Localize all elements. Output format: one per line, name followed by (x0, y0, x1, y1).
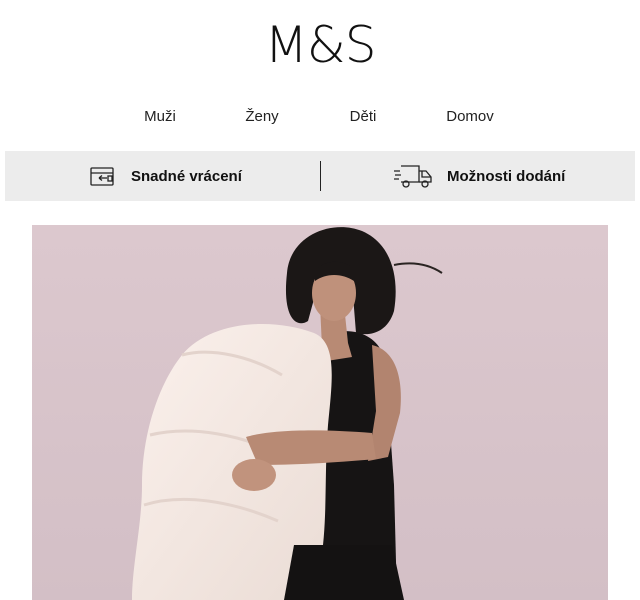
nav-item-kids[interactable]: Děti (350, 108, 377, 125)
brand-logo[interactable]: M&S (0, 14, 640, 76)
delivery-options-label: Možnosti dodání (447, 167, 566, 185)
easy-returns-label: Snadné vrácení (131, 167, 242, 185)
nav-item-home[interactable]: Domov (446, 108, 494, 125)
hero-image (32, 225, 608, 600)
nav-item-women[interactable]: Ženy (245, 108, 278, 125)
main-nav: Muži Ženy Děti Domov (0, 108, 640, 128)
hero-banner[interactable] (32, 225, 608, 600)
delivery-truck-icon (393, 162, 433, 190)
service-divider (320, 161, 321, 191)
delivery-options-link[interactable]: Možnosti dodání (393, 151, 565, 201)
easy-returns-link[interactable]: Snadné vrácení (89, 151, 242, 201)
return-box-icon (89, 164, 117, 188)
service-bar: Snadné vrácení Možnosti dodání (5, 151, 635, 201)
nav-item-men[interactable]: Muži (144, 108, 176, 125)
